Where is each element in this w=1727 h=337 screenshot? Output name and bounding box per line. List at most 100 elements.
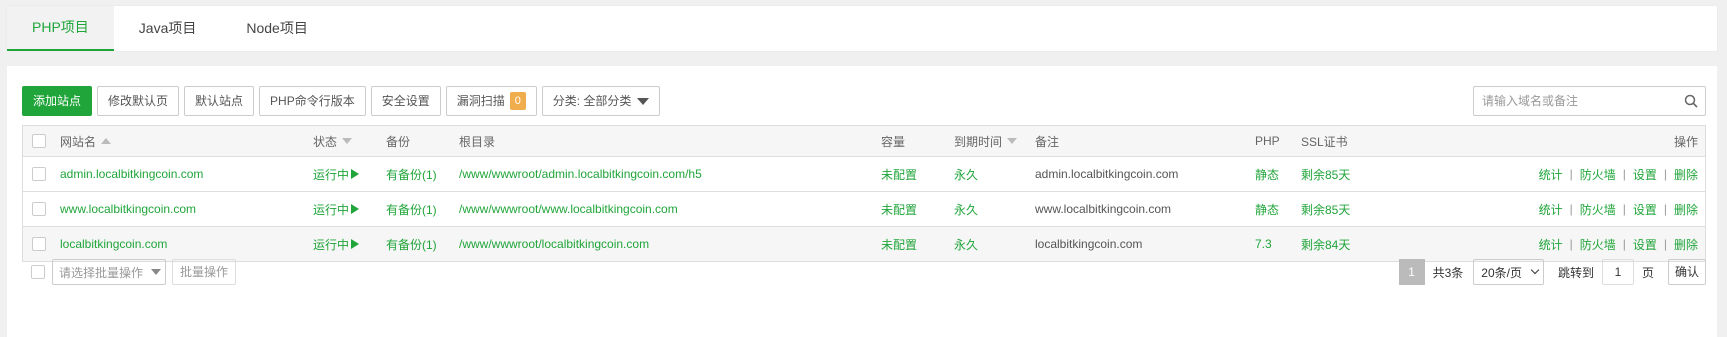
tab-node-projects[interactable]: Node项目	[221, 6, 332, 51]
firewall-link[interactable]: 防火墙	[1580, 166, 1616, 183]
root-dir-link[interactable]: /www/wwwroot/admin.localbitkingcoin.com/…	[459, 157, 702, 191]
jump-confirm-button[interactable]: 确认	[1667, 259, 1706, 285]
vuln-count-badge: 0	[509, 92, 526, 110]
firewall-link[interactable]: 防火墙	[1580, 236, 1616, 253]
settings-link[interactable]: 设置	[1633, 201, 1657, 218]
tab-php-projects[interactable]: PHP项目	[7, 6, 114, 51]
root-dir-link[interactable]: /www/wwwroot/localbitkingcoin.com	[459, 227, 649, 261]
search-input[interactable]	[1474, 87, 1677, 115]
chevron-down-icon	[637, 97, 650, 105]
page-unit-label: 页	[1641, 265, 1654, 280]
expiry-link[interactable]: 永久	[954, 192, 978, 226]
stats-link[interactable]: 统计	[1539, 201, 1563, 218]
capacity-link[interactable]: 未配置	[881, 157, 917, 191]
backup-link[interactable]: 有备份(1)	[386, 157, 437, 191]
play-icon	[351, 239, 360, 249]
status-header[interactable]: 状态	[313, 126, 353, 156]
bulk-action-button[interactable]: 批量操作	[172, 259, 237, 285]
ssl-link[interactable]: 剩余84天	[1301, 227, 1350, 261]
firewall-link[interactable]: 防火墙	[1580, 201, 1616, 218]
category-label: 分类: 全部分类	[552, 94, 632, 108]
php-version-link[interactable]: 静态	[1255, 192, 1279, 226]
site-list-panel: 添加站点 修改默认页 默认站点 PHP命令行版本 安全设置 漏洞扫描 0 分类:…	[7, 66, 1717, 337]
remark-text[interactable]: admin.localbitkingcoin.com	[1035, 157, 1178, 191]
modify-default-page-button[interactable]: 修改默认页	[97, 86, 180, 116]
expiry-link[interactable]: 永久	[954, 157, 978, 191]
ssl-link[interactable]: 剩余85天	[1301, 157, 1350, 191]
jump-page-input[interactable]: 1	[1601, 259, 1634, 285]
root-dir-link[interactable]: /www/wwwroot/www.localbitkingcoin.com	[459, 192, 678, 226]
table-row: www.localbitkingcoin.com 运行中 有备份(1) /www…	[22, 192, 1706, 227]
settings-link[interactable]: 设置	[1633, 236, 1657, 253]
add-site-button[interactable]: 添加站点	[22, 86, 93, 116]
row-actions: 统计 | 防火墙 | 设置 | 删除	[1538, 166, 1698, 183]
ssl-link[interactable]: 剩余85天	[1301, 192, 1350, 226]
tab-java-projects[interactable]: Java项目	[114, 6, 222, 51]
sort-desc-icon	[1007, 138, 1018, 144]
remark-text[interactable]: www.localbitkingcoin.com	[1035, 192, 1171, 226]
table-row: localbitkingcoin.com 运行中 有备份(1) /www/www…	[22, 227, 1706, 262]
settings-link[interactable]: 设置	[1633, 166, 1657, 183]
table-header: 网站名 状态 备份 根目录 容量 到期时间 备注 PHP SSL证书 操作	[22, 126, 1706, 157]
play-icon	[351, 204, 360, 214]
site-name-header[interactable]: 网站名	[60, 126, 112, 156]
row-checkbox[interactable]	[32, 237, 46, 251]
delete-link[interactable]: 删除	[1674, 236, 1698, 253]
search-icon[interactable]	[1677, 87, 1705, 115]
php-version-link[interactable]: 静态	[1255, 157, 1279, 191]
ssl-header: SSL证书	[1301, 134, 1348, 149]
status-label: 运行中	[313, 167, 350, 182]
page-size-value: 20条/页	[1481, 265, 1522, 280]
row-actions: 统计 | 防火墙 | 设置 | 删除	[1538, 201, 1698, 218]
project-tabs: PHP项目 Java项目 Node项目	[7, 6, 1717, 51]
site-name-link[interactable]: localbitkingcoin.com	[60, 227, 167, 261]
sort-desc-icon	[342, 138, 353, 144]
actions-header: 操作	[1673, 134, 1698, 149]
page-size-select[interactable]: 20条/页	[1473, 259, 1544, 285]
remark-text[interactable]: localbitkingcoin.com	[1035, 227, 1142, 261]
vuln-scan-button[interactable]: 漏洞扫描 0	[445, 86, 537, 116]
table-row: admin.localbitkingcoin.com 运行中 有备份(1) /w…	[22, 157, 1706, 192]
stats-link[interactable]: 统计	[1539, 166, 1563, 183]
status-label: 运行中	[313, 202, 350, 217]
row-actions: 统计 | 防火墙 | 设置 | 删除	[1538, 236, 1698, 253]
site-table: 网站名 状态 备份 根目录 容量 到期时间 备注 PHP SSL证书 操作 ad…	[22, 125, 1706, 262]
table-footer: 请选择批量操作 批量操作 1 共3条 20条/页 跳转到 1 页 确认	[22, 259, 1706, 289]
expiry-link[interactable]: 永久	[954, 227, 978, 261]
stats-link[interactable]: 统计	[1539, 236, 1563, 253]
status-header-label: 状态	[313, 134, 338, 149]
php-header: PHP	[1255, 134, 1280, 148]
backup-link[interactable]: 有备份(1)	[386, 192, 437, 226]
root-dir-header: 根目录	[459, 134, 496, 149]
sort-asc-icon	[101, 138, 112, 144]
search-box	[1473, 86, 1706, 116]
toolbar: 添加站点 修改默认页 默认站点 PHP命令行版本 安全设置 漏洞扫描 0 分类:…	[22, 86, 665, 116]
category-dropdown[interactable]: 分类: 全部分类	[541, 86, 661, 116]
status-toggle[interactable]: 运行中	[313, 157, 360, 191]
backup-link[interactable]: 有备份(1)	[386, 227, 437, 261]
select-all-checkbox[interactable]	[32, 134, 46, 148]
row-checkbox[interactable]	[32, 202, 46, 216]
php-version-link[interactable]: 7.3	[1255, 227, 1272, 261]
chevron-down-icon	[1530, 265, 1540, 275]
footer-select-all-checkbox[interactable]	[31, 265, 45, 279]
chevron-down-icon	[151, 269, 161, 275]
bulk-action-placeholder: 请选择批量操作	[59, 265, 144, 280]
security-settings-button[interactable]: 安全设置	[370, 86, 441, 116]
row-checkbox[interactable]	[32, 167, 46, 181]
site-name-link[interactable]: www.localbitkingcoin.com	[60, 192, 196, 226]
delete-link[interactable]: 删除	[1674, 166, 1698, 183]
site-name-link[interactable]: admin.localbitkingcoin.com	[60, 157, 203, 191]
capacity-link[interactable]: 未配置	[881, 192, 917, 226]
expiry-header[interactable]: 到期时间	[954, 126, 1018, 156]
total-count: 共3条	[1432, 265, 1464, 280]
default-site-button[interactable]: 默认站点	[184, 86, 255, 116]
current-page[interactable]: 1	[1398, 259, 1425, 285]
backup-header: 备份	[386, 134, 411, 149]
status-toggle[interactable]: 运行中	[313, 227, 360, 261]
delete-link[interactable]: 删除	[1674, 201, 1698, 218]
bulk-action-select[interactable]: 请选择批量操作	[52, 259, 166, 285]
php-cli-version-button[interactable]: PHP命令行版本	[259, 86, 366, 116]
status-toggle[interactable]: 运行中	[313, 192, 360, 226]
capacity-link[interactable]: 未配置	[881, 227, 917, 261]
